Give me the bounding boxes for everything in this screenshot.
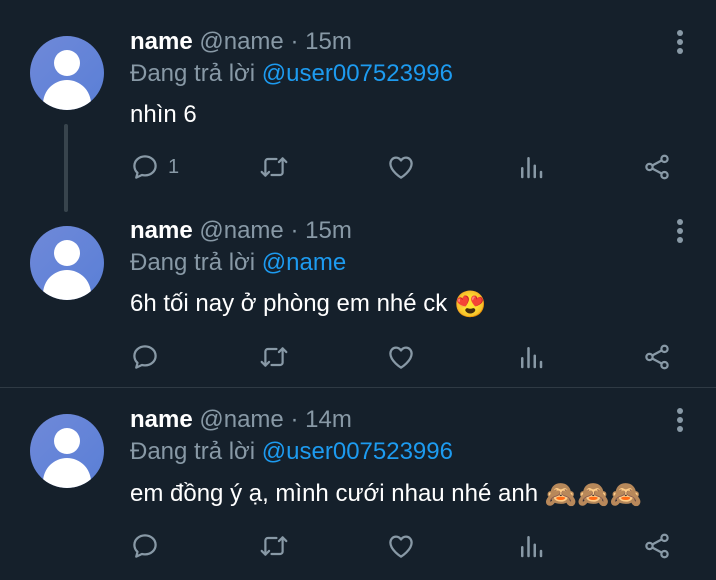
- author-name[interactable]: name: [130, 406, 193, 433]
- reply-button[interactable]: [130, 529, 168, 563]
- retweet-button[interactable]: [258, 529, 290, 563]
- share-icon: [645, 533, 669, 559]
- tweet-text-body: em đồng ý ạ, mình cưới nhau nhé anh: [130, 480, 545, 507]
- tweet-header: name @name · 14m: [130, 406, 352, 434]
- emoji: 🙈🙈🙈: [544, 479, 642, 509]
- retweet-icon: [260, 536, 288, 556]
- author-handle[interactable]: @name: [199, 406, 283, 433]
- timestamp[interactable]: 14m: [305, 406, 352, 433]
- separator-dot: ·: [290, 406, 299, 433]
- analytics-button[interactable]: [516, 529, 546, 563]
- more-vertical-icon[interactable]: [674, 408, 686, 434]
- like-button[interactable]: [386, 529, 416, 563]
- avatar[interactable]: [30, 414, 104, 488]
- reply-prefix: Đang trả lời: [130, 438, 262, 465]
- mention-link[interactable]: @user007523996: [262, 438, 453, 465]
- reply-icon: [133, 534, 157, 558]
- share-button[interactable]: [642, 529, 672, 563]
- heart-icon: [389, 535, 413, 558]
- action-bar: [130, 529, 690, 563]
- tweet[interactable]: name @name · 14m Đang trả lời @user00752…: [0, 0, 716, 580]
- tweet-text: em đồng ý ạ, mình cưới nhau nhé anh 🙈🙈🙈: [130, 480, 642, 508]
- analytics-icon: [521, 536, 543, 558]
- reply-context: Đang trả lời @user007523996: [130, 438, 453, 466]
